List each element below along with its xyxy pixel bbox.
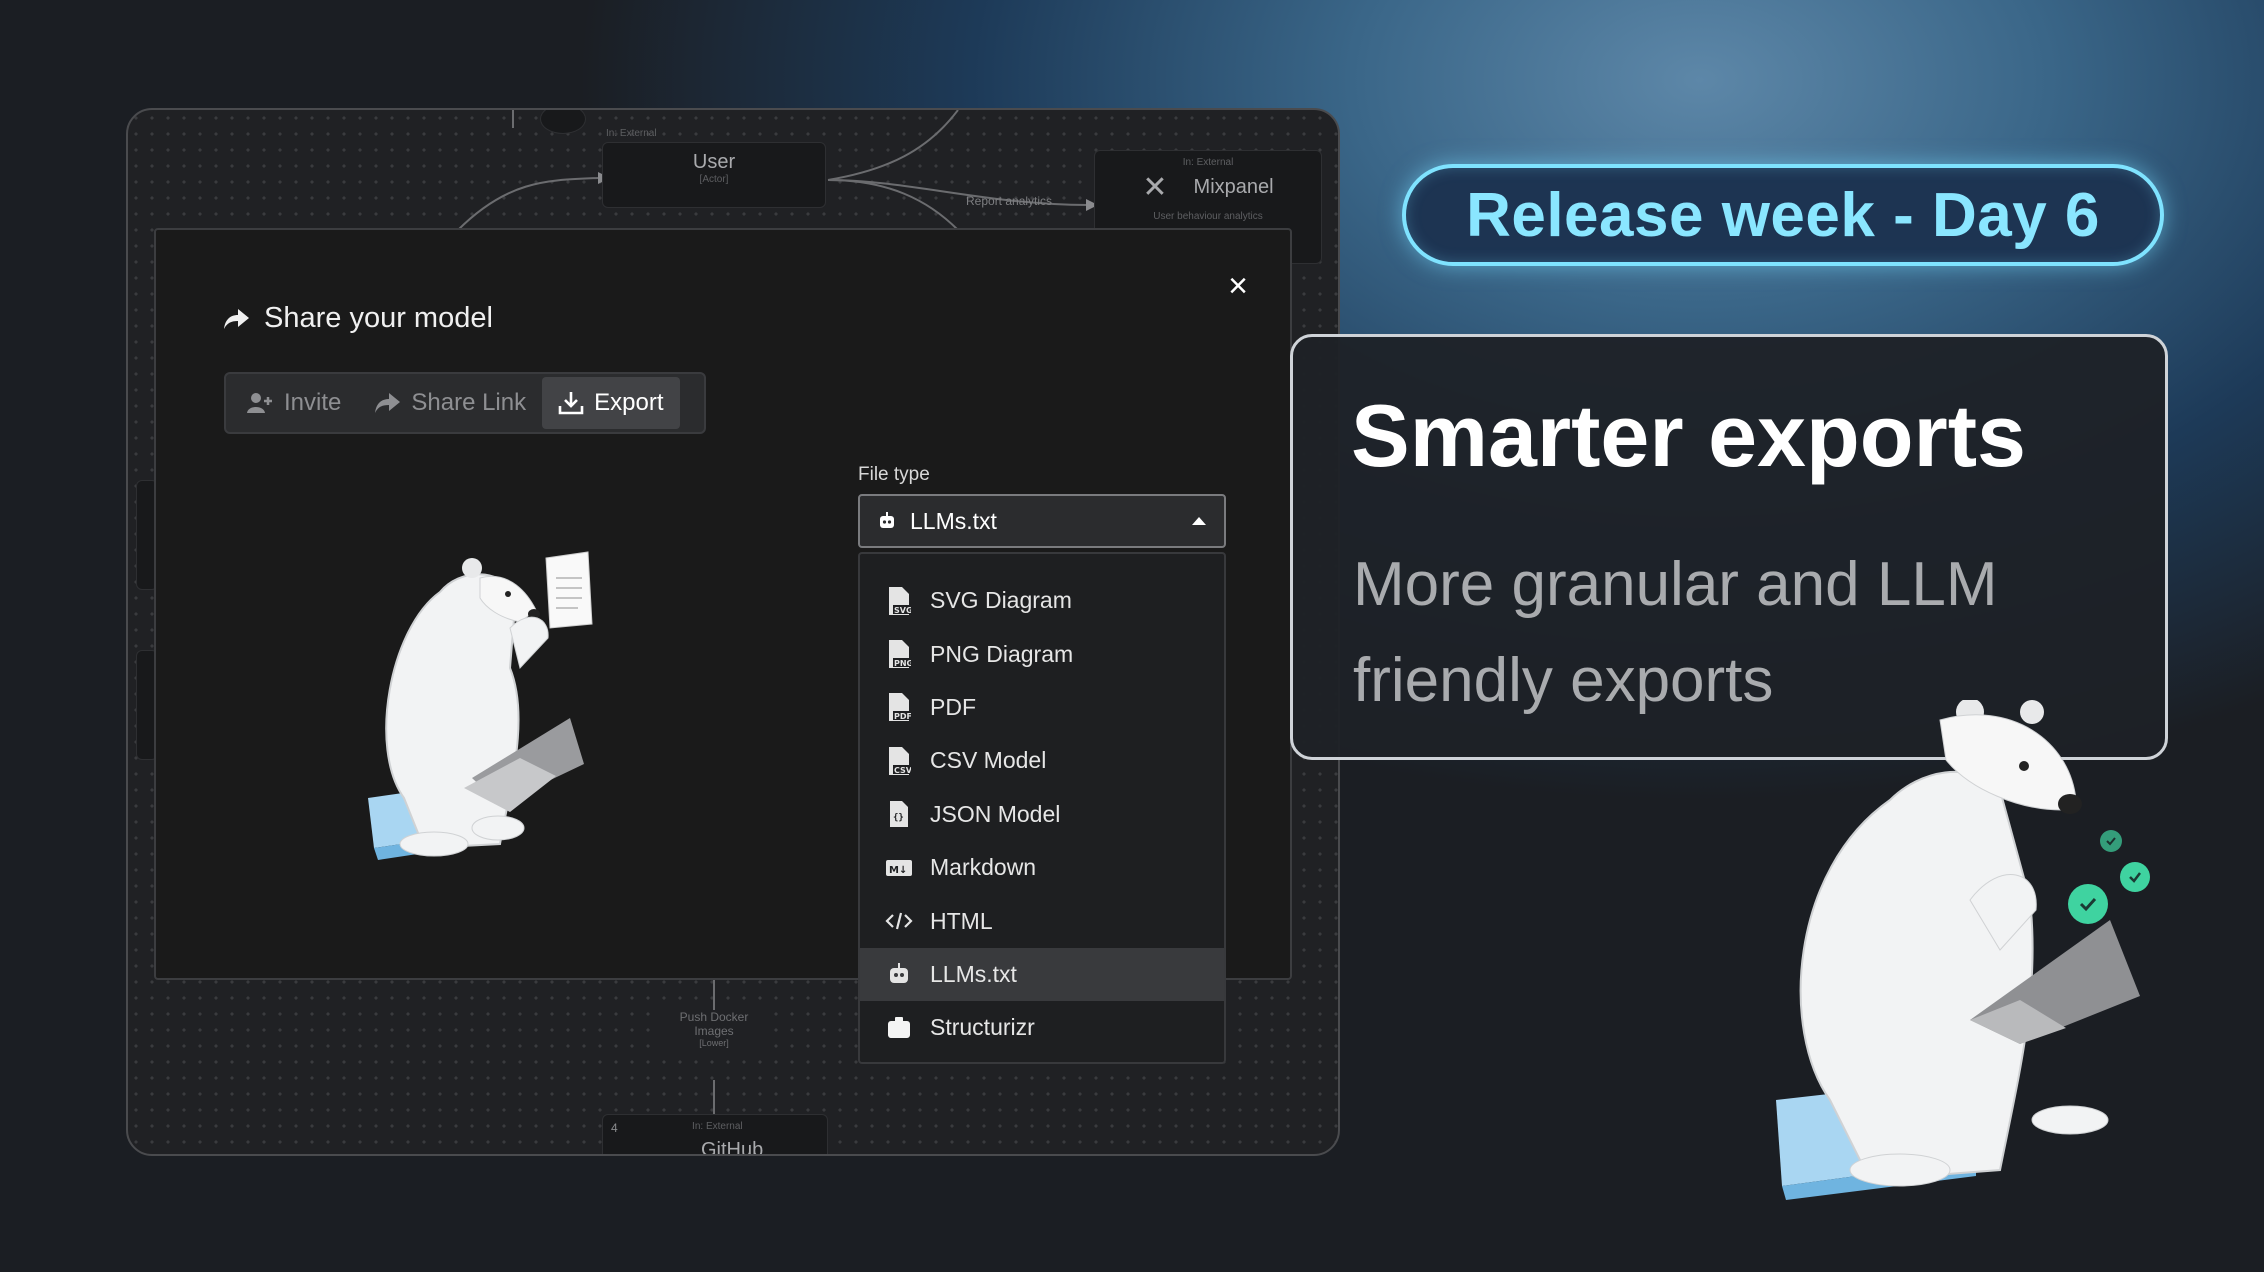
github-node-tag: In: External xyxy=(692,1121,743,1132)
mixpanel-logo-icon: ✕ xyxy=(1142,171,1168,204)
user-node-name: User xyxy=(692,151,736,173)
release-badge-text: Release week - Day 6 xyxy=(1466,180,2100,250)
file-type-label: File type xyxy=(858,464,930,485)
github-node-name: GitHub xyxy=(701,1139,764,1156)
share-tabs: Invite Share Link Export xyxy=(224,372,706,434)
menu-item-llms-label: LLMs.txt xyxy=(930,960,1017,987)
share-dialog: Share your model × Invite Share Link Exp… xyxy=(154,228,1292,1064)
svg-text:{}: {} xyxy=(893,813,904,823)
mixpanel-node-name: Mixpanel xyxy=(1193,176,1274,198)
json-file-icon: {} xyxy=(884,799,914,829)
menu-item-json[interactable]: {} JSON Model xyxy=(860,788,1224,841)
download-icon xyxy=(558,392,584,415)
edge-label-push: Push Docker Images [Lower] xyxy=(658,1010,770,1048)
menu-item-html-label: HTML xyxy=(930,907,993,934)
edge-label-report: Report analytics xyxy=(966,194,1053,208)
menu-item-csv-label: CSV Model xyxy=(930,747,1047,774)
menu-item-llms[interactable]: LLMs.txt xyxy=(860,947,1224,1002)
check-icon xyxy=(2068,884,2108,924)
release-badge: Release week - Day 6 xyxy=(1402,164,2164,266)
tab-share-link-label: Share Link xyxy=(411,389,527,416)
dialog-title: Share your model xyxy=(222,302,493,335)
menu-item-svg-label: SVG Diagram xyxy=(930,587,1072,614)
user-node-sub: [Actor] xyxy=(699,174,729,185)
github-node-count: 4 xyxy=(611,1121,618,1135)
tab-invite-label: Invite xyxy=(284,389,342,416)
svg-file-icon: SVG xyxy=(884,586,914,616)
menu-item-pdf[interactable]: PDF PDF xyxy=(860,681,1224,734)
file-type-value: LLMs.txt xyxy=(910,507,997,534)
close-button[interactable]: × xyxy=(1222,269,1254,303)
menu-item-markdown[interactable]: M↓ Markdown xyxy=(860,841,1224,894)
edge-push-line1: Push Docker xyxy=(679,1010,749,1024)
share-arrow-icon xyxy=(224,308,249,329)
svg-text:PNG: PNG xyxy=(894,659,911,668)
menu-item-png[interactable]: PNG PNG Diagram xyxy=(860,627,1224,680)
edge-push-line2: Images xyxy=(694,1024,734,1038)
share-icon xyxy=(375,393,401,413)
csv-file-icon: CSV xyxy=(884,746,914,776)
check-icon xyxy=(2100,830,2122,852)
check-icon xyxy=(2120,862,2150,892)
mixpanel-node-tag: In: External xyxy=(1182,157,1234,168)
svg-text:PDF: PDF xyxy=(894,712,911,721)
edge-push-line3: [Lower] xyxy=(699,1038,729,1048)
markdown-icon: M↓ xyxy=(884,853,914,883)
chevron-up-icon xyxy=(1192,517,1206,525)
svg-text:SVG: SVG xyxy=(894,606,911,615)
github-node[interactable]: 4 In: External GitHub xyxy=(602,1114,828,1156)
menu-item-pdf-label: PDF xyxy=(930,693,976,720)
menu-item-markdown-label: Markdown xyxy=(930,854,1037,881)
polar-bear-laptop-illustration xyxy=(1776,700,2140,1200)
menu-item-png-label: PNG Diagram xyxy=(930,640,1074,667)
menu-item-svg[interactable]: SVG SVG Diagram xyxy=(860,574,1224,627)
user-node[interactable]: User [Actor] xyxy=(602,142,826,208)
menu-item-json-label: JSON Model xyxy=(930,800,1061,827)
add-user-icon xyxy=(247,393,272,413)
pdf-file-icon: PDF xyxy=(884,692,914,722)
structurizr-icon xyxy=(884,1013,914,1043)
menu-item-structurizr-label: Structurizr xyxy=(930,1014,1035,1041)
tab-export-label: Export xyxy=(594,389,664,416)
file-type-menu: SVG SVG Diagram PNG PNG Diagram PDF PDF … xyxy=(858,552,1226,1064)
tab-share-link[interactable]: Share Link xyxy=(357,377,542,429)
menu-item-csv[interactable]: CSV CSV Model xyxy=(860,734,1224,787)
menu-item-html[interactable]: HTML xyxy=(860,894,1224,947)
svg-text:CSV: CSV xyxy=(894,766,911,775)
feature-card: Smarter exports More granular and LLM fr… xyxy=(1290,334,2168,760)
feature-title: Smarter exports xyxy=(1351,386,2026,485)
polar-bear-illustration xyxy=(368,551,593,860)
menu-item-structurizr[interactable]: Structurizr xyxy=(860,1001,1224,1054)
file-type-select[interactable]: LLMs.txt xyxy=(858,494,1226,548)
tab-invite[interactable]: Invite xyxy=(230,377,357,429)
png-file-icon: PNG xyxy=(884,639,914,669)
mixpanel-node-sub: User behaviour analytics xyxy=(1153,211,1263,222)
user-node-tag: In: External xyxy=(606,128,657,139)
tab-export[interactable]: Export xyxy=(542,377,680,429)
code-icon xyxy=(884,906,914,936)
robot-icon xyxy=(880,512,894,528)
robot-icon xyxy=(884,959,914,989)
svg-text:M↓: M↓ xyxy=(889,865,907,876)
dialog-title-text: Share your model xyxy=(264,302,493,334)
